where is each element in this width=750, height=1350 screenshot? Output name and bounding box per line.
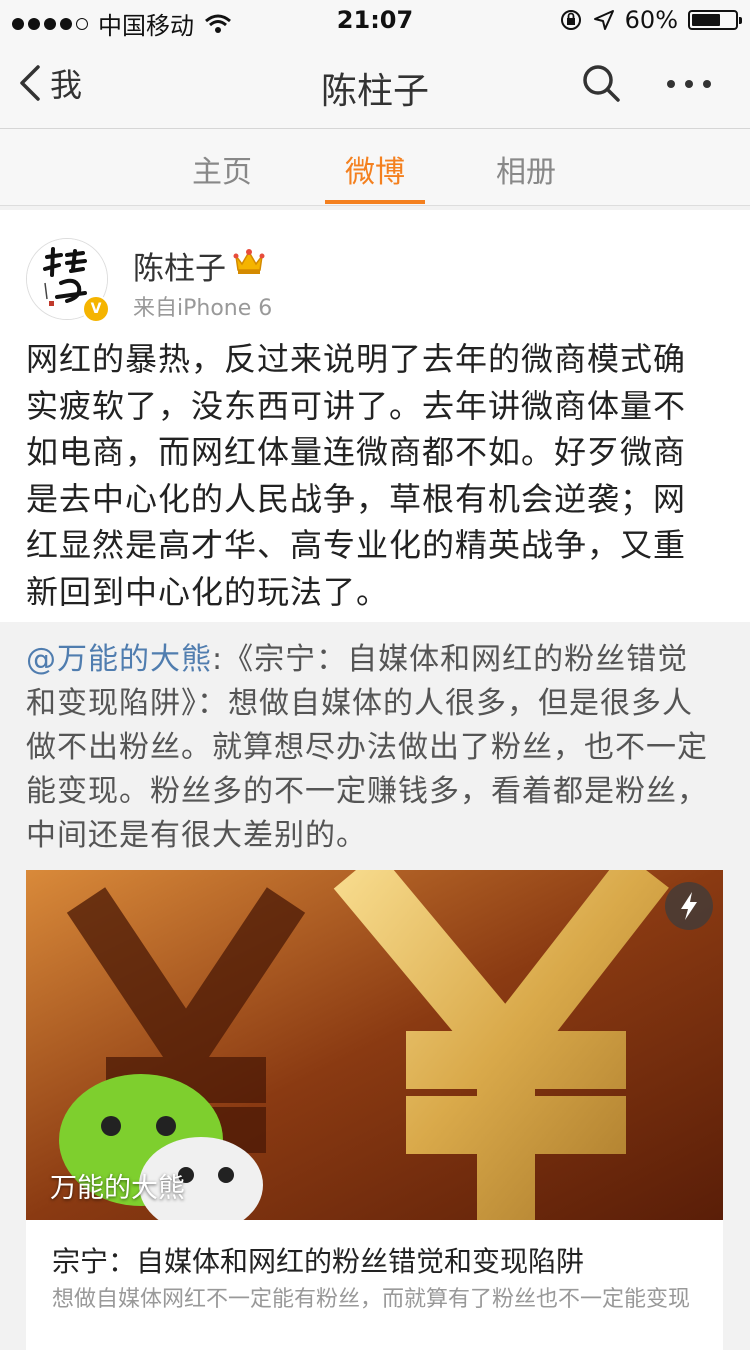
tab-weibo[interactable]: 微博 (315, 147, 435, 191)
weibo-post: V 陈柱子 来自iPhone 6 网红的暴热，反过来说明了去年的微商模式确实疲软… (0, 210, 750, 1350)
page-title: 陈柱子 (320, 71, 429, 112)
navigation-bar: 我 陈柱子 (0, 40, 750, 129)
tab-home[interactable]: 主页 (162, 147, 282, 191)
more-dots-icon (667, 80, 711, 88)
article-title: 宗宁：自媒体和网红的粉丝错觉和变现陷阱 (52, 1245, 585, 1278)
post-source: 来自iPhone 6 (133, 296, 273, 321)
profile-tabs: 主页 微博 相册 (0, 129, 750, 206)
location-icon (593, 10, 614, 30)
image-caption: 万能的大熊 (50, 1173, 185, 1204)
vip-crown-icon (233, 249, 265, 274)
search-button[interactable] (580, 62, 622, 108)
battery-icon (688, 10, 742, 30)
tab-album[interactable]: 相册 (466, 147, 586, 191)
status-bar: 中国移动 21:07 60% (0, 0, 750, 40)
post-body-text: 网红的暴热，反过来说明了去年的微商模式确实疲软了，没东西可讲了。去年讲微商体量不… (26, 340, 687, 611)
status-right: 60% (559, 6, 742, 34)
lightning-icon (665, 882, 713, 930)
article-description: 想做自媒体网红不一定能有粉丝，而就算有了粉丝也不一定能变现 (52, 1287, 691, 1312)
verified-badge-icon: V (82, 295, 110, 323)
repost-body: @万能的大熊:《宗宁：自媒体和网红的粉丝错觉和变现陷阱》：想做自媒体的人很多，但… (26, 638, 716, 858)
search-icon (583, 65, 620, 102)
rotation-lock-icon (560, 10, 581, 30)
reposted-content[interactable]: @万能的大熊:《宗宁：自媒体和网红的粉丝错觉和变现陷阱》：想做自媒体的人很多，但… (0, 622, 750, 1350)
mention-link[interactable]: @万能的大熊 (26, 642, 212, 677)
battery-percent: 60% (624, 6, 678, 34)
post-author-name[interactable]: 陈柱子 (133, 243, 226, 288)
article-link-card[interactable]: 万能的大熊 宗宁：自媒体和网红的粉丝错觉和变现陷阱 想做自媒体网红不一定能有粉丝… (26, 870, 723, 1350)
article-cover-image: 万能的大熊 (26, 870, 723, 1220)
active-tab-indicator (325, 200, 425, 204)
more-button[interactable] (665, 66, 713, 106)
